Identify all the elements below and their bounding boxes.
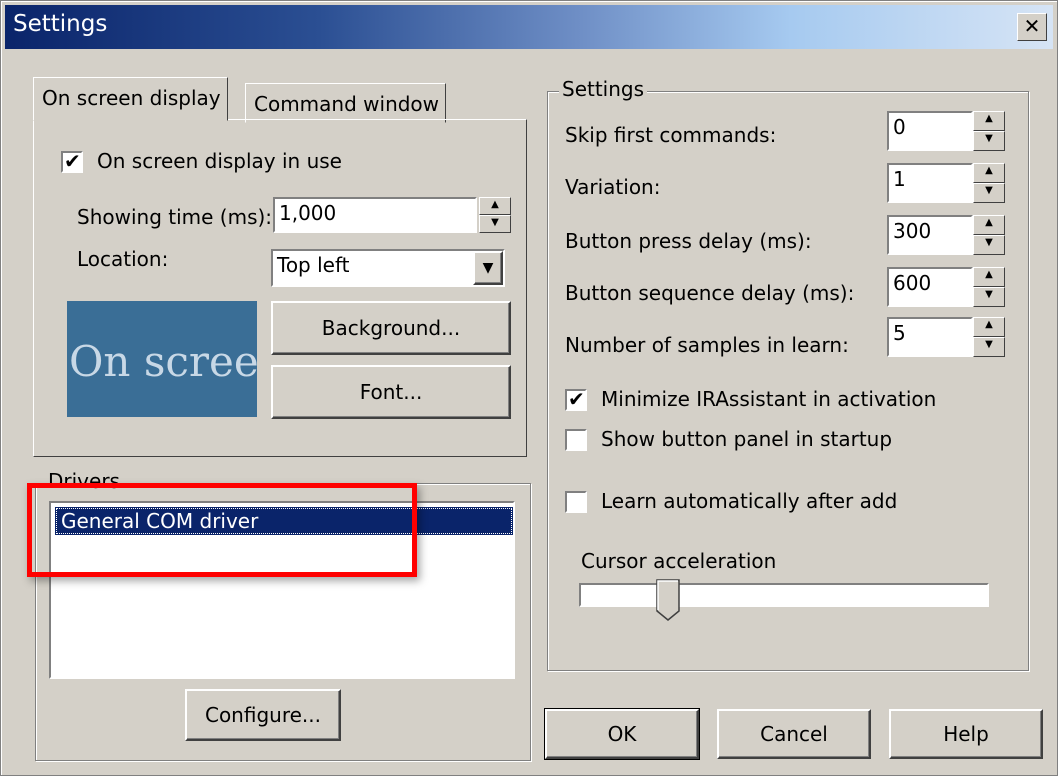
press-delay-label: Button press delay (ms): (565, 229, 812, 253)
osd-in-use-checkbox[interactable]: ✔ (61, 149, 83, 173)
configure-button[interactable]: Configure... (185, 689, 341, 741)
samples-label: Number of samples in learn: (565, 333, 849, 357)
location-select[interactable]: Top left (271, 249, 505, 287)
cursor-acceleration-thumb[interactable] (656, 579, 680, 621)
ok-button[interactable]: OK (544, 708, 700, 760)
samples-spinner[interactable]: ▲ ▼ (973, 317, 1005, 357)
cursor-acceleration-track[interactable] (579, 583, 989, 607)
samples-input[interactable]: 5 (887, 317, 973, 357)
cancel-button[interactable]: Cancel (717, 709, 871, 759)
spin-up-icon[interactable]: ▲ (973, 215, 1005, 235)
spin-down-icon[interactable]: ▼ (973, 131, 1005, 151)
location-value: Top left (277, 253, 350, 277)
checkmark-icon: ✔ (568, 387, 585, 411)
spin-down-icon[interactable]: ▼ (973, 183, 1005, 203)
learn-auto-label: Learn automatically after add (601, 489, 898, 513)
skip-first-spinner[interactable]: ▲ ▼ (973, 111, 1005, 151)
highlight-annotation (27, 483, 417, 577)
tab-on-screen-display[interactable]: On screen display (33, 77, 228, 121)
minimize-checkbox[interactable]: ✔ (565, 387, 587, 411)
spin-down-icon[interactable]: ▼ (973, 287, 1005, 307)
background-button[interactable]: Background... (271, 301, 511, 355)
minimize-label: Minimize IRAssistant in activation (601, 387, 937, 411)
variation-label: Variation: (565, 175, 661, 199)
title-bar[interactable]: Settings ✕ (5, 5, 1053, 49)
spin-down-icon[interactable]: ▼ (973, 337, 1005, 357)
spin-up-icon[interactable]: ▲ (973, 111, 1005, 131)
spin-up-icon[interactable]: ▲ (973, 317, 1005, 337)
learn-auto-checkbox[interactable] (565, 491, 587, 513)
press-delay-input[interactable]: 300 (887, 215, 973, 255)
sequence-delay-input[interactable]: 600 (887, 267, 973, 307)
skip-first-label: Skip first commands: (565, 123, 777, 147)
press-delay-spinner[interactable]: ▲ ▼ (973, 215, 1005, 255)
osd-in-use-label: On screen display in use (97, 149, 342, 173)
show-panel-checkbox[interactable] (565, 429, 587, 451)
spin-up-icon[interactable]: ▲ (973, 163, 1005, 183)
spin-up-icon[interactable]: ▲ (973, 267, 1005, 287)
osd-preview-text: On screen display (69, 337, 257, 386)
showing-time-input[interactable]: 1,000 (273, 197, 477, 233)
font-button[interactable]: Font... (271, 365, 511, 419)
spin-down-icon[interactable]: ▼ (479, 215, 511, 233)
location-label: Location: (77, 247, 169, 271)
variation-spinner[interactable]: ▲ ▼ (973, 163, 1005, 203)
settings-dialog: Settings ✕ On screen display Command win… (0, 0, 1058, 776)
variation-input[interactable]: 1 (887, 163, 973, 203)
sequence-delay-spinner[interactable]: ▲ ▼ (973, 267, 1005, 307)
checkmark-icon: ✔ (64, 149, 81, 173)
sequence-delay-label: Button sequence delay (ms): (565, 281, 855, 305)
showing-time-spinner[interactable]: ▲ ▼ (479, 197, 511, 233)
osd-preview: On screen display (67, 301, 257, 417)
chevron-down-icon[interactable]: ▼ (473, 251, 503, 285)
spin-down-icon[interactable]: ▼ (973, 235, 1005, 255)
show-panel-label: Show button panel in startup (601, 427, 893, 451)
close-button[interactable]: ✕ (1017, 13, 1047, 41)
help-button[interactable]: Help (889, 709, 1043, 759)
cursor-acceleration-label: Cursor acceleration (581, 549, 777, 573)
showing-time-label: Showing time (ms): (77, 205, 273, 229)
tab-command-window[interactable]: Command window (245, 83, 447, 123)
window-title: Settings (13, 11, 108, 37)
skip-first-input[interactable]: 0 (887, 111, 973, 151)
spin-up-icon[interactable]: ▲ (479, 197, 511, 215)
settings-group-label: Settings (559, 77, 648, 101)
